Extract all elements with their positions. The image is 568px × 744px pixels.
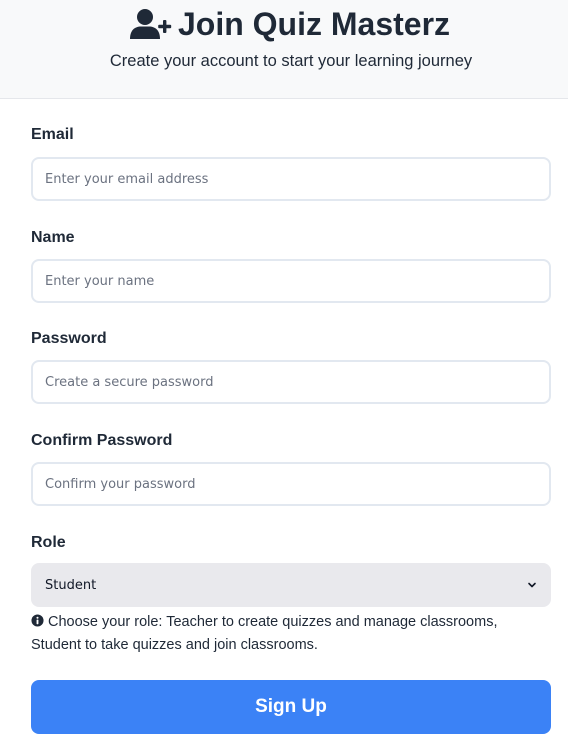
password-label: Password — [31, 330, 107, 347]
page-title: Join Quiz Masterz — [0, 2, 568, 46]
user-plus-icon — [129, 8, 172, 40]
sign-up-button[interactable]: Sign Up — [31, 680, 551, 734]
role-label: Role — [31, 534, 66, 551]
info-circle-icon — [31, 614, 44, 627]
email-field[interactable] — [31, 157, 551, 201]
role-select[interactable]: Student — [31, 563, 551, 607]
title-text: Join Quiz Masterz — [177, 5, 451, 42]
chevron-down-icon — [528, 582, 536, 588]
role-select-value: Student — [45, 577, 97, 593]
confirm-password-field[interactable] — [31, 462, 551, 506]
role-hint: Choose your role: Teacher to create quiz… — [31, 611, 551, 657]
page-header: Join Quiz Masterz Create your account to… — [0, 0, 568, 99]
password-field[interactable] — [31, 360, 551, 404]
confirm-password-label: Confirm Password — [31, 432, 173, 449]
email-label: Email — [31, 126, 74, 143]
page-subtitle: Create your account to start your learni… — [109, 52, 473, 70]
name-field[interactable] — [31, 259, 551, 303]
role-hint-text: Choose your role: Teacher to create quiz… — [31, 614, 498, 653]
name-label: Name — [31, 229, 75, 246]
